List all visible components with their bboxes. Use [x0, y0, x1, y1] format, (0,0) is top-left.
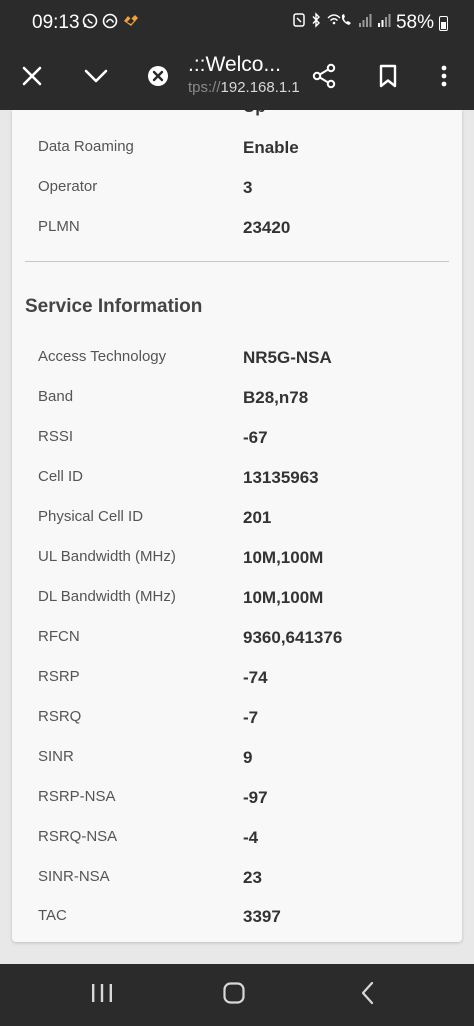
nfc-icon	[293, 12, 305, 34]
row-value: 10M,100M	[243, 548, 324, 567]
row-label: Data Roaming	[38, 138, 134, 155]
info-row: SINR-NSA 23	[12, 866, 462, 896]
url-text: tps://192.168.1.1	[188, 78, 300, 98]
tracker-blocker-button[interactable]	[140, 46, 176, 110]
url-host: 192.168.1.1	[220, 79, 300, 96]
chevron-down-icon	[83, 68, 109, 89]
bookmark-icon	[378, 64, 398, 93]
row-label: SINR-NSA	[38, 868, 110, 885]
row-label: Band	[38, 388, 74, 405]
signal-icon	[377, 12, 391, 34]
minimize-button[interactable]	[74, 46, 118, 110]
close-tab-button[interactable]	[12, 46, 52, 110]
row-label: Operator	[38, 178, 98, 195]
bookmark-button[interactable]	[366, 46, 410, 110]
row-label: Cell ID	[38, 468, 84, 485]
row-label: Access Technology	[38, 348, 167, 365]
row-value: 9	[243, 748, 253, 767]
row-label: RFCN	[38, 628, 80, 645]
info-row: RSRQ-NSA -4	[12, 826, 462, 856]
row-label: RSRP	[38, 668, 80, 685]
row-label: Physical Cell ID	[38, 508, 144, 525]
info-card: Up Data Roaming Enable Operator 3 PLMN 2…	[12, 110, 462, 942]
more-vertical-icon	[440, 64, 448, 93]
more-options-button[interactable]	[424, 46, 464, 110]
row-value: 201	[243, 508, 272, 527]
info-row: PLMN 23420	[12, 216, 462, 246]
back-button[interactable]	[338, 964, 398, 1026]
row-label: RSSI	[38, 428, 74, 445]
address-area[interactable]: .::Welco... tps://192.168.1.1	[188, 52, 300, 98]
system-icons: 58%	[293, 12, 448, 34]
row-value: -74	[243, 668, 268, 687]
row-value: 13135963	[243, 468, 319, 487]
bluetooth-icon	[310, 12, 322, 34]
info-row: Physical Cell ID 201	[12, 506, 462, 536]
web-page[interactable]: Up Data Roaming Enable Operator 3 PLMN 2…	[0, 110, 474, 964]
row-label: PLMN	[38, 218, 80, 235]
row-label: RSRQ-NSA	[38, 828, 118, 845]
row-value: 9360,641376	[243, 628, 343, 647]
info-row: DL Bandwidth (MHz) 10M,100M	[12, 586, 462, 616]
recents-button[interactable]	[72, 964, 132, 1026]
app-icon	[102, 13, 118, 34]
info-row: UL Bandwidth (MHz) 10M,100M	[12, 546, 462, 576]
status-bar: 09:13 58%	[0, 0, 474, 46]
info-row: RFCN 9360,641376	[12, 626, 462, 656]
share-icon	[311, 63, 337, 94]
row-value: -97	[243, 788, 268, 807]
app-icon	[122, 13, 140, 34]
row-label: UL Bandwidth (MHz)	[38, 548, 176, 565]
info-row: Band B28,n78	[12, 386, 462, 416]
info-row: TAC 3397	[12, 905, 462, 935]
browser-toolbar: .::Welco... tps://192.168.1.1	[0, 46, 474, 110]
home-button[interactable]	[204, 964, 264, 1026]
row-label: DL Bandwidth (MHz)	[38, 588, 176, 605]
share-button[interactable]	[302, 46, 346, 110]
notification-icons	[82, 13, 140, 34]
row-label: RSRP-NSA	[38, 788, 116, 805]
row-value: B28,n78	[243, 388, 309, 407]
home-icon	[222, 981, 246, 1010]
cut-off-value: Up	[243, 110, 266, 118]
wifi-calling-icon	[327, 12, 353, 34]
info-row: SINR 9	[12, 746, 462, 776]
close-icon	[21, 65, 43, 92]
blocked-icon	[147, 65, 169, 92]
row-value: Enable	[243, 138, 299, 157]
info-row: Operator 3	[12, 176, 462, 206]
row-value: 23420	[243, 218, 291, 237]
row-value: -7	[243, 708, 259, 727]
row-value: 23	[243, 868, 262, 887]
status-time: 09:13	[32, 12, 80, 33]
row-value: NR5G-NSA	[243, 348, 332, 367]
page-title: .::Welco...	[188, 53, 281, 76]
info-row: Access Technology NR5G-NSA	[12, 346, 462, 376]
info-row: Cell ID 13135963	[12, 466, 462, 496]
whatsapp-icon	[82, 13, 98, 34]
row-value: -4	[243, 828, 259, 847]
system-navigation-bar	[0, 964, 474, 1026]
section-title: Service Information	[25, 296, 203, 317]
row-label: RSRQ	[38, 708, 82, 725]
row-value: 3	[243, 178, 253, 197]
info-row: RSSI -67	[12, 426, 462, 456]
section-divider	[25, 261, 449, 262]
url-scheme: tps://	[188, 79, 221, 96]
info-row: Data Roaming Enable	[12, 136, 462, 166]
row-value: 3397	[243, 907, 281, 926]
battery-icon	[439, 15, 448, 31]
back-icon	[360, 981, 376, 1010]
row-value: 10M,100M	[243, 588, 324, 607]
info-row: RSRP-NSA -97	[12, 786, 462, 816]
signal-icon	[358, 12, 372, 34]
row-label: TAC	[38, 907, 67, 924]
row-label: SINR	[38, 748, 74, 765]
info-row: RSRQ -7	[12, 706, 462, 736]
battery-percent: 58%	[395, 12, 434, 33]
recents-icon	[90, 982, 114, 1009]
row-value: -67	[243, 428, 268, 447]
info-row: RSRP -74	[12, 666, 462, 696]
